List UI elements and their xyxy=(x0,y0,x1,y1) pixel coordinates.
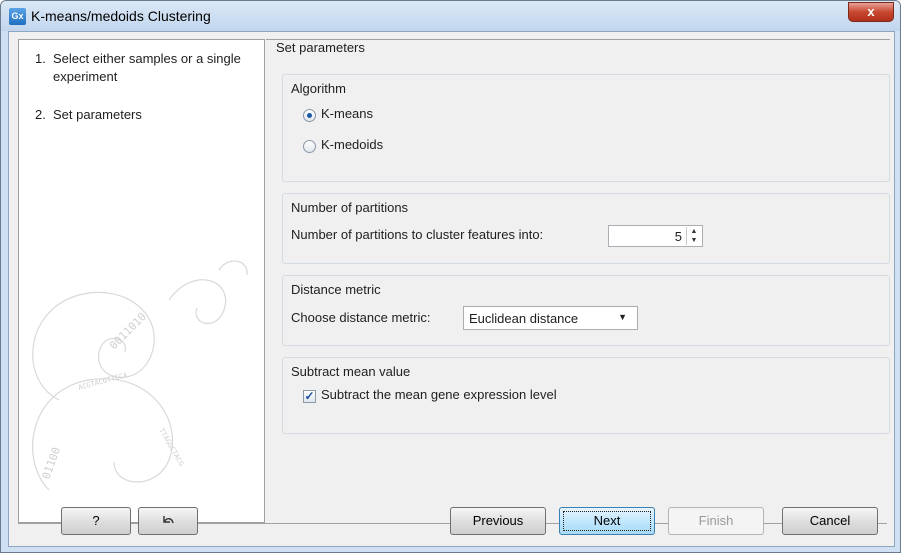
next-button[interactable]: Next xyxy=(559,507,655,535)
cancel-button[interactable]: Cancel xyxy=(782,507,878,535)
svg-text:TTAGGCTACG: TTAGGCTACG xyxy=(157,427,185,468)
distance-label: Choose distance metric: xyxy=(291,310,431,325)
distance-group: Distance metric Choose distance metric: … xyxy=(282,275,890,346)
title-bar[interactable]: Gx K-means/medoids Clustering x xyxy=(1,1,900,31)
kmeans-radio[interactable] xyxy=(303,109,316,122)
step-number: 1. xyxy=(35,51,46,66)
step-label: Select either samples or a single experi… xyxy=(53,51,241,84)
focus-ring xyxy=(563,511,651,531)
kmeans-label[interactable]: K-means xyxy=(321,106,373,121)
decorative-spiral-graphic: 0011010 01100 ACGTACGTTGCA TTAGGCTACG xyxy=(32,260,248,491)
close-button[interactable]: x xyxy=(848,2,894,22)
group-title: Number of partitions xyxy=(291,200,409,215)
kmedoids-radio[interactable] xyxy=(303,140,316,153)
partitions-stepper[interactable]: 5 ▲ ▼ xyxy=(608,225,703,247)
svg-text:ACGTACGTTGCA: ACGTACGTTGCA xyxy=(77,371,129,392)
partitions-label: Number of partitions to cluster features… xyxy=(291,227,544,242)
help-button[interactable]: ? xyxy=(61,507,131,535)
svg-text:01100: 01100 xyxy=(40,445,64,481)
undo-icon xyxy=(163,516,174,524)
subtract-mean-label[interactable]: Subtract the mean gene expression level xyxy=(321,387,557,402)
group-title: Subtract mean value xyxy=(291,364,411,379)
finish-button: Finish xyxy=(668,507,764,535)
group-title: Algorithm xyxy=(291,81,346,96)
step-label: Set parameters xyxy=(53,107,142,122)
window-title: K-means/medoids Clustering xyxy=(31,8,211,24)
subtract-mean-group: Subtract mean value ✓ Subtract the mean … xyxy=(282,357,890,434)
reset-button[interactable] xyxy=(138,507,198,535)
partitions-value[interactable]: 5 xyxy=(675,229,682,244)
dialog-window: Gx K-means/medoids Clustering x 1. Selec… xyxy=(0,0,901,553)
previous-button[interactable]: Previous xyxy=(450,507,546,535)
page-title: Set parameters xyxy=(276,40,365,55)
partitions-group: Number of partitions Number of partition… xyxy=(282,193,890,264)
chevron-down-icon: ▼ xyxy=(618,312,627,322)
algorithm-group: Algorithm K-means K-medoids xyxy=(282,74,890,182)
parameters-panel: Set parameters Algorithm K-means K-medoi… xyxy=(266,39,890,523)
distance-metric-dropdown[interactable]: Euclidean distance ▼ xyxy=(463,306,638,330)
subtract-mean-checkbox[interactable]: ✓ xyxy=(303,390,316,403)
step-number: 2. xyxy=(35,107,46,122)
dialog-body: 1. Select either samples or a single exp… xyxy=(8,31,895,547)
distance-metric-value: Euclidean distance xyxy=(469,311,579,326)
kmedoids-label[interactable]: K-medoids xyxy=(321,137,383,152)
stepper-arrows-icon[interactable]: ▲ ▼ xyxy=(686,227,701,245)
app-icon: Gx xyxy=(9,8,26,25)
svg-text:0011010: 0011010 xyxy=(107,310,149,352)
group-title: Distance metric xyxy=(291,282,381,297)
wizard-steps-panel: 1. Select either samples or a single exp… xyxy=(18,39,265,523)
